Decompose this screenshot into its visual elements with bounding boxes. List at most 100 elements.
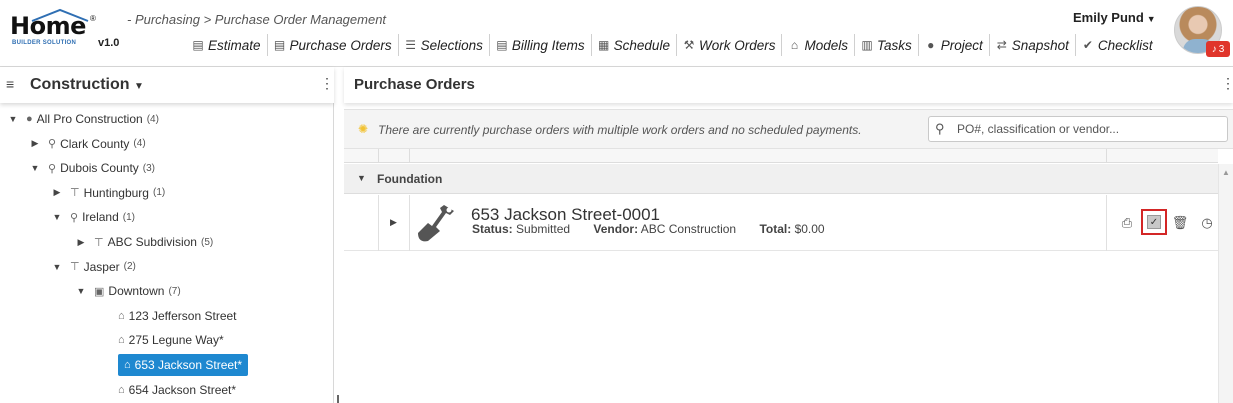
collapse-icon[interactable]: ▼ xyxy=(50,212,64,222)
logo-registered-mark: ® xyxy=(90,14,96,23)
tree-item[interactable]: ▶ ⊤ Huntingburg (1) xyxy=(50,182,166,204)
kebab-icon[interactable]: ⋮ xyxy=(1221,75,1233,92)
tree-item[interactable]: ▼ ⊤ Jasper (2) xyxy=(50,256,136,278)
kebab-icon[interactable]: ⋮ xyxy=(320,75,334,92)
tree-item[interactable]: ⌂ 654 Jackson Street* xyxy=(118,379,236,401)
logo-subtitle: BUILDER SOLUTION xyxy=(12,40,77,46)
nav-item-tasks[interactable]: ▥ Tasks xyxy=(854,34,918,56)
tree-item[interactable]: ▼ ⚲ Dubois County (3) xyxy=(28,157,155,179)
notification-count: 3 xyxy=(1218,43,1225,55)
nav-item-work-orders[interactable]: ⚒ Work Orders xyxy=(675,34,782,56)
list-doc-icon: ▤ xyxy=(273,38,286,52)
workers-icon: ⚒ xyxy=(683,38,695,52)
caret-down-icon: ▼ xyxy=(1146,14,1156,24)
expand-icon[interactable]: ▶ xyxy=(50,187,64,198)
scroll-up-icon[interactable]: ▲ xyxy=(1222,168,1230,177)
nav-item-models[interactable]: ⌂ Models xyxy=(781,34,854,56)
expand-icon[interactable]: ▶ xyxy=(74,237,88,248)
nav-item-label: Snapshot xyxy=(1011,37,1069,53)
nav-item-billing-items[interactable]: ▤ Billing Items xyxy=(488,34,591,56)
tree-item-count: (2) xyxy=(123,261,136,273)
tree-item-label: 275 Legune Way* xyxy=(128,333,224,348)
person-icon: ● xyxy=(927,38,935,52)
tree-item[interactable]: ⌂ 123 Jefferson Street xyxy=(118,305,237,327)
sidebar-header: ≡ Construction ▼ ⋮ xyxy=(0,67,334,103)
tree-item-count: (1) xyxy=(122,211,135,223)
checkbox-icon: ✓ xyxy=(1147,215,1161,229)
nav-item-label: Billing Items xyxy=(511,37,585,53)
expand-icon[interactable]: ▶ xyxy=(390,217,397,228)
logo-text: Home xyxy=(10,12,86,40)
tree-item-label: Huntingburg xyxy=(83,185,149,200)
house-icon: ⌂ xyxy=(118,383,125,396)
search-input[interactable] xyxy=(957,120,1221,138)
user-menu[interactable]: Emily Pund ▼ xyxy=(1073,10,1156,25)
tree-item[interactable]: ▶ ⊤ ABC Subdivision (5) xyxy=(74,231,214,253)
shovel-icon xyxy=(418,205,454,242)
tree-item[interactable]: ▼ ● All Pro Construction (4) xyxy=(6,108,159,130)
house-icon: ⌂ xyxy=(124,359,131,371)
nav-item-label: Estimate xyxy=(208,37,261,53)
search-icon: ⚲ xyxy=(935,121,945,136)
tree-item[interactable]: ▼ ⚲ Ireland (1) xyxy=(50,206,135,228)
collapse-icon[interactable]: ▼ xyxy=(74,286,88,296)
tree-item-label: Jasper xyxy=(83,259,120,274)
tree-item[interactable]: ▼ ▣ Downtown (7) xyxy=(74,280,181,302)
tree-item[interactable]: ⌂ 275 Legune Way* xyxy=(118,329,224,351)
map-pin-icon: ⚲ xyxy=(48,162,57,175)
signpost-icon: ⊤ xyxy=(70,187,80,200)
nav-item-purchase-orders[interactable]: ▤ Purchase Orders xyxy=(266,34,398,56)
column-divider xyxy=(378,149,379,163)
collapse-icon[interactable]: ▼ xyxy=(357,173,366,183)
tree-item[interactable]: ▶ ⚲ Clark County (4) xyxy=(28,133,146,155)
notification-badge[interactable]: ♪ 3 xyxy=(1206,41,1230,57)
trash-icon[interactable]: 🗑 xyxy=(1171,214,1189,232)
calendar-icon: ▦ xyxy=(597,38,610,52)
search-box[interactable]: ⚲ xyxy=(928,116,1228,142)
app-logo[interactable]: Home ® BUILDER SOLUTION v1.0 xyxy=(10,8,122,54)
signpost-icon: ⊤ xyxy=(94,236,104,249)
group-label: Foundation xyxy=(377,172,443,186)
house-icon: ⌂ xyxy=(118,334,125,347)
info-message: There are currently purchase orders with… xyxy=(378,123,862,137)
collapse-icon[interactable]: ▼ xyxy=(6,114,20,124)
check-icon: ✔ xyxy=(1082,38,1093,52)
map-pin-icon: ⚲ xyxy=(70,211,79,224)
nav-item-estimate[interactable]: ▤ Estimate xyxy=(186,34,267,56)
tree-item-count: (3) xyxy=(142,162,156,174)
approve-button[interactable]: ✓ xyxy=(1141,209,1167,235)
menu-icon[interactable]: ≡ xyxy=(6,76,14,92)
nav-item-project[interactable]: ● Project xyxy=(917,34,989,56)
nav-item-checklist[interactable]: ✔ Checklist xyxy=(1074,34,1159,56)
group-row-foundation[interactable]: ▼ Foundation xyxy=(344,164,1218,194)
house-icon: ⌂ xyxy=(118,309,125,322)
signpost-icon: ⊤ xyxy=(70,261,80,274)
status-value: Submitted xyxy=(516,222,571,236)
nav-item-selections[interactable]: ☰ Selections xyxy=(397,34,489,56)
nav-item-label: Models xyxy=(804,37,848,53)
person-icon: ● xyxy=(26,113,33,125)
grid-header xyxy=(344,149,1218,163)
expand-icon[interactable]: ▶ xyxy=(28,138,42,149)
clock-icon[interactable]: ◷ xyxy=(1198,214,1216,232)
lightbulb-icon: ✺ xyxy=(358,122,369,136)
table-row[interactable]: ▶ 653 Jackson Street-0001 Status: Submit… xyxy=(344,195,1218,251)
sidebar-title[interactable]: Construction ▼ xyxy=(30,76,144,94)
collapse-icon[interactable]: ▼ xyxy=(28,163,42,173)
nav-item-snapshot[interactable]: ⇄ Snapshot xyxy=(988,34,1075,56)
tree-item-selected[interactable]: ⌂ 653 Jackson Street* xyxy=(118,354,249,376)
tree-item-label: 654 Jackson Street* xyxy=(128,382,237,397)
collapse-icon[interactable]: ▼ xyxy=(50,262,64,272)
nav-item-schedule[interactable]: ▦ Schedule xyxy=(590,34,676,56)
tree-item-label: 123 Jefferson Street xyxy=(128,308,237,323)
tree-item-count: (4) xyxy=(133,138,146,150)
scrollbar[interactable]: ▲ xyxy=(1218,164,1233,403)
column-divider xyxy=(409,195,410,251)
print-icon[interactable]: ⎙ xyxy=(1118,214,1136,232)
tree-item-label: All Pro Construction xyxy=(36,112,143,126)
bell-icon: ♪ xyxy=(1211,43,1217,55)
user-name: Emily Pund xyxy=(1073,10,1144,25)
sidebar-resize-handle[interactable] xyxy=(337,395,339,403)
sidebar: ▼ ● All Pro Construction (4) ▶ ⚲ Clark County(… xyxy=(0,67,334,403)
column-divider xyxy=(1106,149,1107,163)
